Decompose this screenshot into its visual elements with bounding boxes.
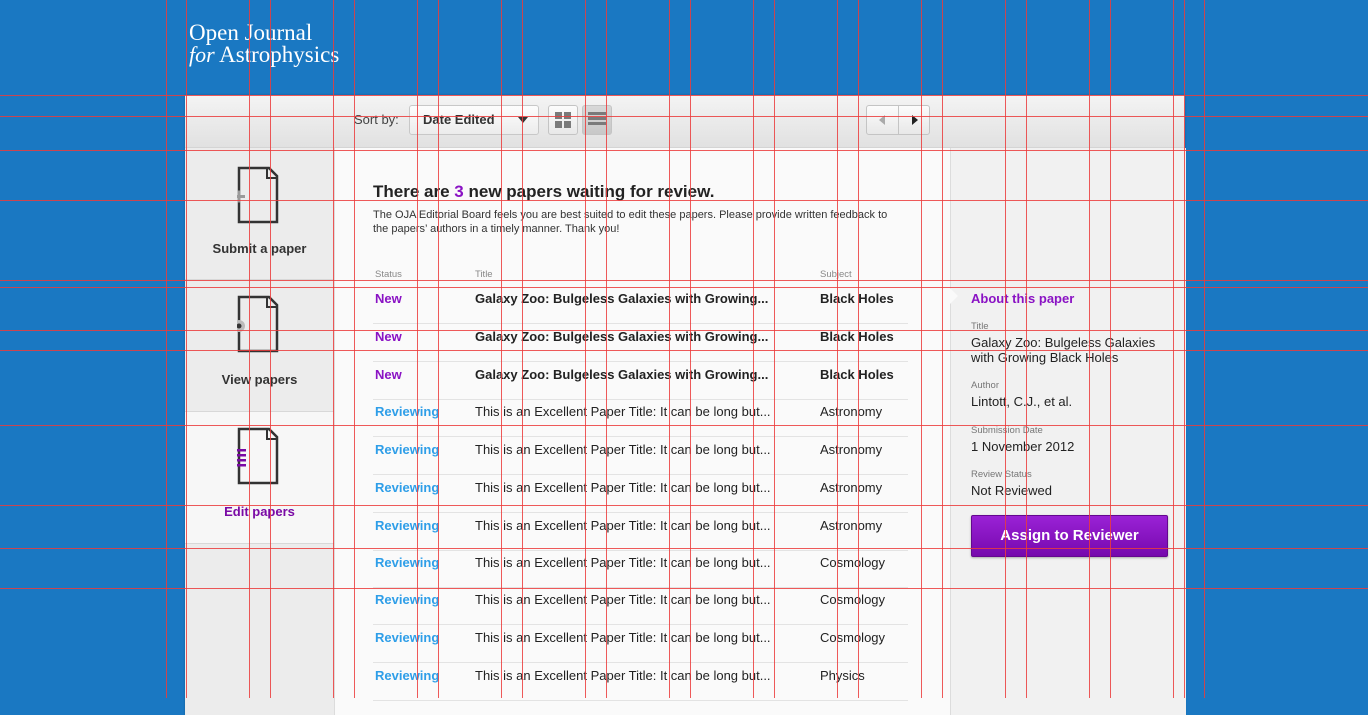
row-status: Reviewing (375, 668, 440, 683)
intro-text: The OJA Editorial Board feels you are be… (373, 209, 888, 235)
table-row[interactable]: Reviewing This is an Excellent Paper Tit… (373, 550, 908, 588)
row-subject: Physics (820, 668, 865, 683)
papers-panel: There are 3 new papers waiting for revie… (335, 148, 950, 715)
sidebar-item-submit-paper[interactable]: Submit a paper (185, 148, 334, 280)
detail-author-value: Lintott, C.J., et al. (971, 394, 1073, 409)
document-add-icon (237, 166, 279, 224)
row-subject: Astronomy (820, 480, 883, 495)
sidebar-item-label: Submit a paper (212, 241, 307, 256)
table-row[interactable]: New Galaxy Zoo: Bulgeless Galaxies with … (373, 362, 908, 400)
row-title: This is an Excellent Paper Title: It can… (475, 404, 771, 419)
assign-to-reviewer-button[interactable]: Assign to Reviewer (971, 515, 1168, 557)
row-status: Reviewing (375, 518, 440, 533)
row-title: Galaxy Zoo: Bulgeless Galaxies with Grow… (475, 329, 769, 344)
paper-detail-panel: About this paper Title Galaxy Zoo: Bulge… (950, 148, 1186, 715)
row-subject: Astronomy (820, 442, 883, 457)
detail-author-label: Author (971, 380, 999, 391)
row-subject: Cosmology (820, 592, 886, 607)
table-row[interactable]: Reviewing This is an Excellent Paper Tit… (373, 475, 908, 513)
logo-for: for (189, 42, 215, 67)
sort-select-value: Date Edited (423, 112, 495, 127)
row-status: Reviewing (375, 480, 440, 495)
arrow-left-icon (879, 115, 885, 125)
table-row[interactable]: Reviewing This is an Excellent Paper Tit… (373, 513, 908, 551)
table-row[interactable]: Reviewing This is an Excellent Paper Tit… (373, 399, 908, 437)
detail-title-label: Title (971, 321, 989, 332)
row-status: Reviewing (375, 630, 440, 645)
table-row[interactable]: New Galaxy Zoo: Bulgeless Galaxies with … (373, 324, 908, 362)
selection-pointer (950, 288, 958, 304)
row-title: This is an Excellent Paper Title: It can… (475, 518, 771, 533)
column-header-status: Status (375, 269, 402, 280)
headline-prefix: There are (373, 182, 450, 201)
sort-select[interactable]: Date Edited (409, 105, 539, 135)
table-row[interactable]: Reviewing This is an Excellent Paper Tit… (373, 663, 908, 701)
row-status: Reviewing (375, 404, 440, 419)
document-view-icon (237, 295, 279, 353)
sidebar-item-view-papers[interactable]: View papers (185, 280, 334, 412)
detail-date-value: 1 November 2012 (971, 439, 1075, 454)
site-logo[interactable]: Open Journal for Astrophysics (189, 20, 340, 67)
previous-page-button[interactable] (867, 106, 898, 134)
row-subject: Black Holes (820, 367, 894, 382)
row-title: This is an Excellent Paper Title: It can… (475, 480, 771, 495)
pager (866, 105, 930, 135)
row-status: New (375, 291, 402, 306)
detail-date-label: Submission Date (971, 425, 1043, 436)
row-title: This is an Excellent Paper Title: It can… (475, 592, 771, 607)
table-row[interactable]: Reviewing This is an Excellent Paper Tit… (373, 587, 908, 625)
row-status: New (375, 367, 402, 382)
list-view-icon (588, 112, 606, 127)
sidebar-item-label: Edit papers (224, 504, 295, 519)
row-title: This is an Excellent Paper Title: It can… (475, 555, 771, 570)
row-status: New (375, 329, 402, 344)
detail-title-value: Galaxy Zoo: Bulgeless Galaxies with Grow… (971, 335, 1156, 365)
logo-astrophysics: Astrophysics (219, 42, 340, 67)
toolbar: Sort by: Date Edited (185, 95, 1185, 148)
next-page-button[interactable] (899, 106, 929, 134)
detail-status-label: Review Status (971, 469, 1032, 480)
sidebar: Submit a paper View papers Edit papers (185, 148, 335, 715)
document-edit-icon (237, 427, 279, 485)
sort-label: Sort by: (354, 112, 399, 127)
row-status: Reviewing (375, 592, 440, 607)
row-status: Reviewing (375, 442, 440, 457)
sidebar-item-label: View papers (221, 372, 298, 387)
grid-view-icon (555, 112, 571, 128)
list-view-button[interactable] (582, 105, 612, 135)
row-title: Galaxy Zoo: Bulgeless Galaxies with Grow… (475, 291, 769, 306)
page-title: There are 3 new papers waiting for revie… (373, 182, 714, 202)
table-row[interactable]: Reviewing This is an Excellent Paper Tit… (373, 437, 908, 475)
sidebar-item-edit-papers[interactable]: Edit papers (185, 412, 334, 544)
row-subject: Cosmology (820, 555, 886, 570)
row-subject: Astronomy (820, 518, 883, 533)
column-header-title: Title (475, 269, 493, 280)
row-status: Reviewing (375, 555, 440, 570)
grid-view-button[interactable] (548, 105, 578, 135)
detail-heading: About this paper (971, 291, 1075, 306)
row-subject: Black Holes (820, 291, 894, 306)
row-title: Galaxy Zoo: Bulgeless Galaxies with Grow… (475, 367, 769, 382)
headline-suffix: new papers waiting for review. (468, 182, 715, 201)
row-subject: Astronomy (820, 404, 883, 419)
row-title: This is an Excellent Paper Title: It can… (475, 668, 771, 683)
table-row[interactable]: New Galaxy Zoo: Bulgeless Galaxies with … (373, 286, 908, 324)
table-row[interactable]: Reviewing This is an Excellent Paper Tit… (373, 625, 908, 663)
arrow-right-icon (912, 115, 918, 125)
row-subject: Black Holes (820, 329, 894, 344)
row-title: This is an Excellent Paper Title: It can… (475, 630, 771, 645)
chevron-down-icon (518, 117, 528, 123)
row-subject: Cosmology (820, 630, 886, 645)
logo-line-1: Open Journal (189, 20, 313, 45)
new-paper-count: 3 (454, 182, 464, 201)
column-header-subject: Subject (820, 269, 852, 280)
logo-line-2: for Astrophysics (189, 42, 340, 67)
detail-status-value: Not Reviewed (971, 483, 1052, 498)
row-title: This is an Excellent Paper Title: It can… (475, 442, 771, 457)
app-window: Sort by: Date Edited Submit a paper View… (185, 95, 1186, 715)
